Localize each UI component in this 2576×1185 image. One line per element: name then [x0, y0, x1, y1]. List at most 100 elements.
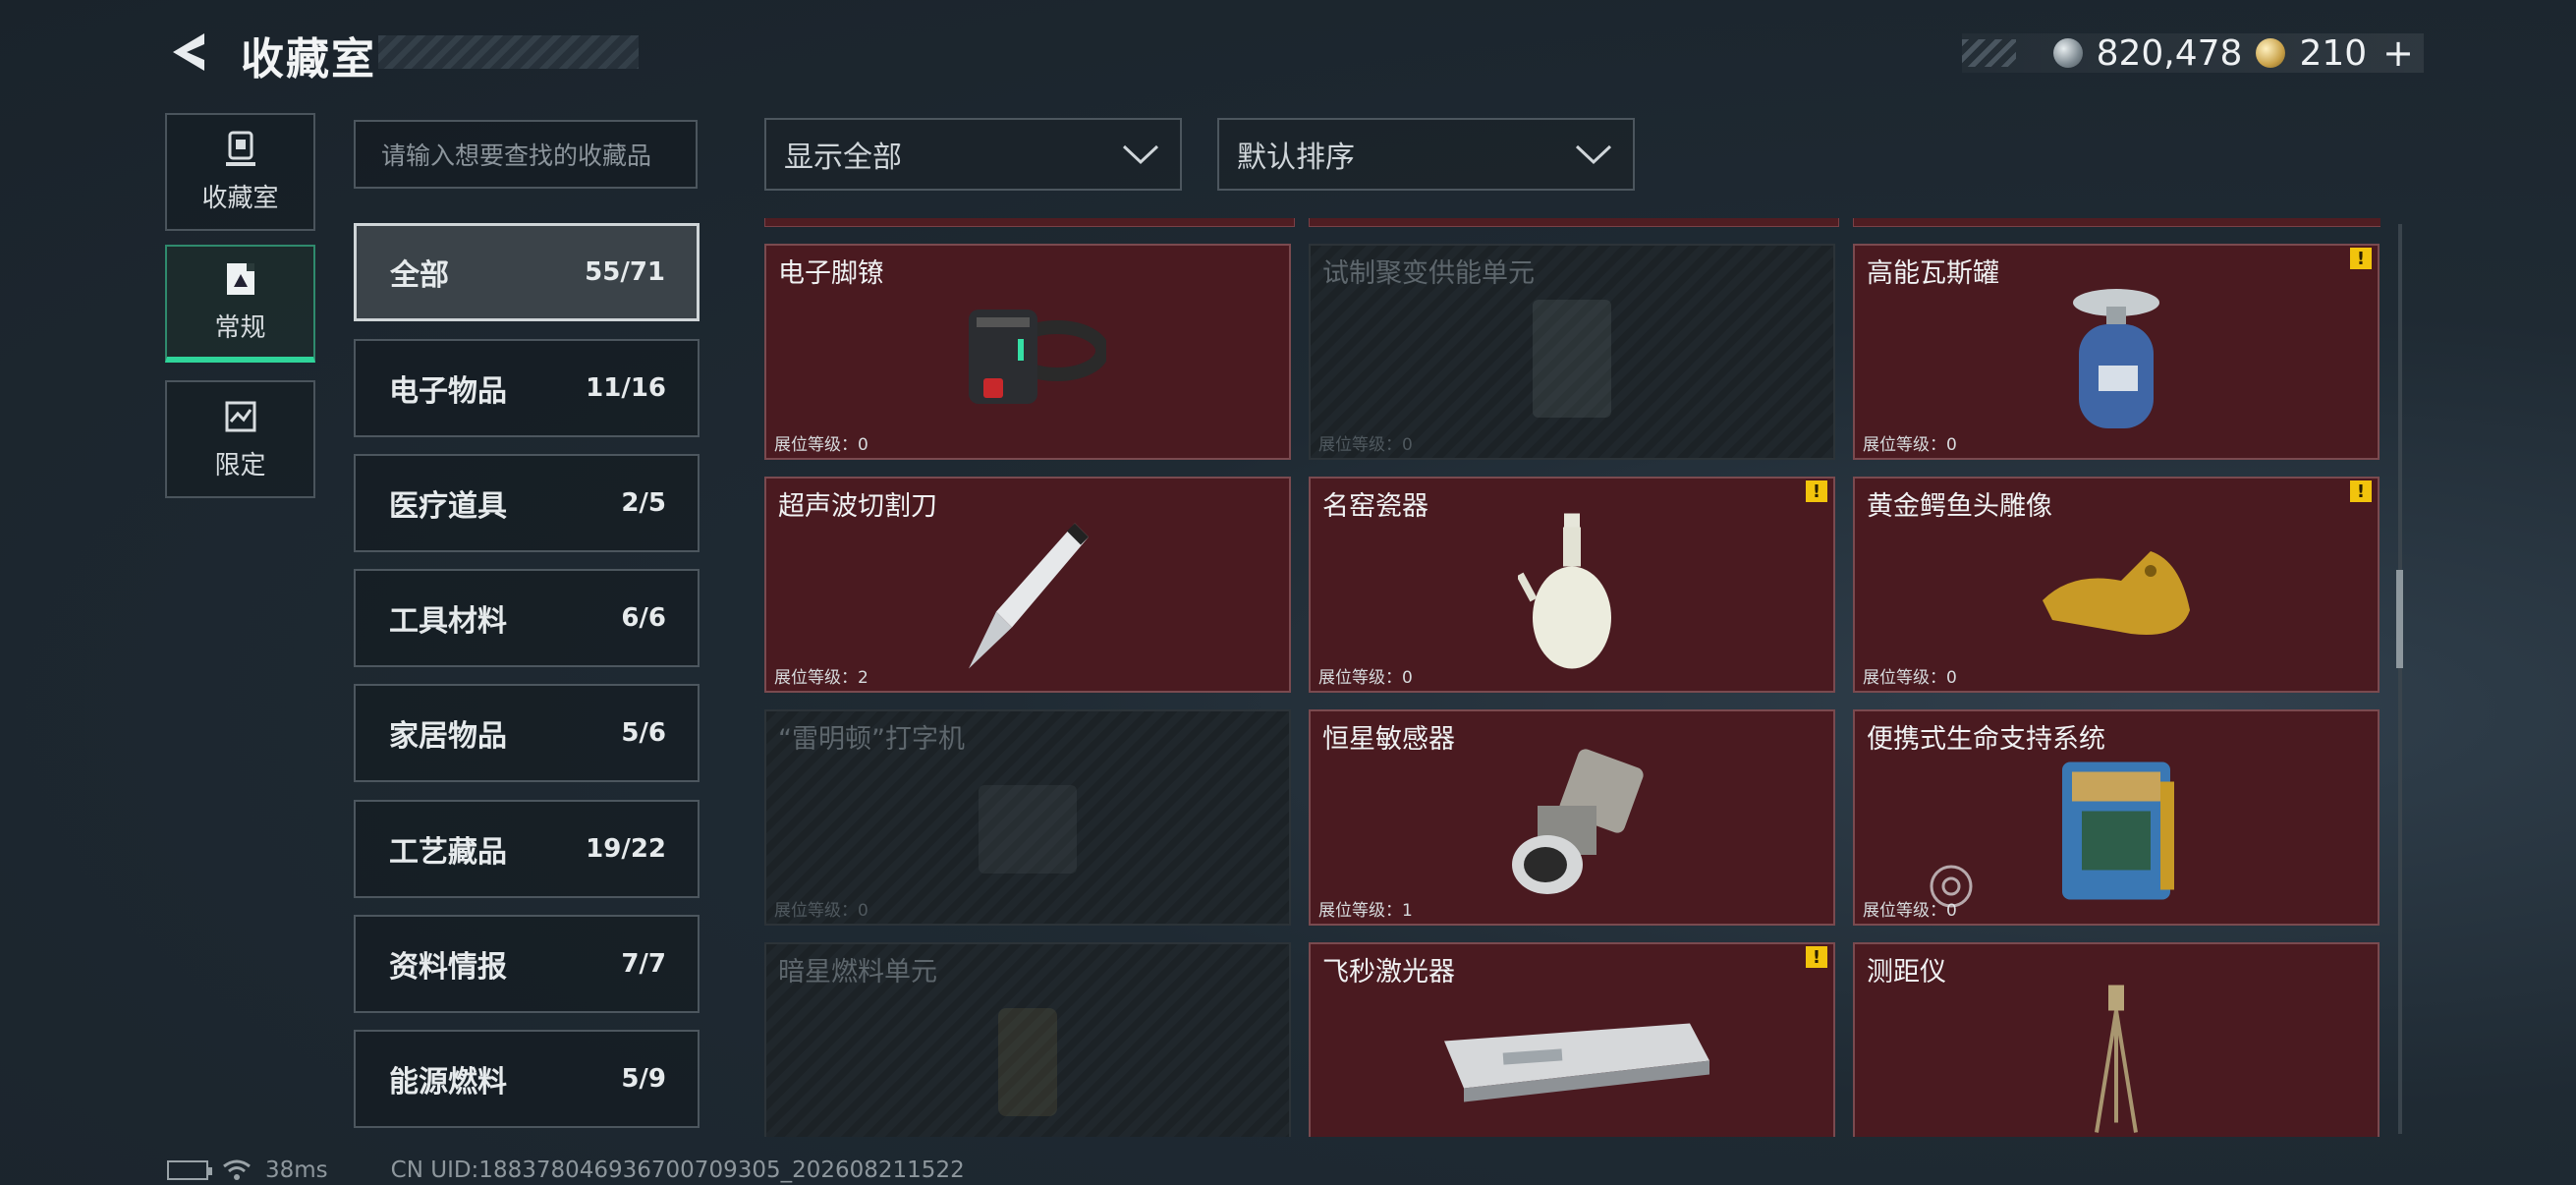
currency-bar: 820,478 210 +	[1962, 31, 2424, 75]
category-medical[interactable]: 医疗道具 2/5	[354, 454, 700, 552]
page-title: 收藏室	[241, 34, 376, 85]
item-name: 试制聚变供能单元	[1322, 258, 1535, 289]
item-name: 高能瓦斯罐	[1867, 258, 1999, 289]
nav-limited[interactable]: 限定	[165, 380, 315, 498]
category-name: 医疗道具	[389, 489, 507, 524]
gas-tank-icon	[2073, 289, 2159, 428]
item-card[interactable]: 高能瓦斯罐 ! 展位等级：0	[1853, 244, 2380, 460]
status-bar: 38ms CN UID:18837804693670070930­5_20260…	[167, 1156, 965, 1185]
chevron-down-icon	[1122, 144, 1159, 165]
scrollbar-thumb[interactable]	[2396, 570, 2403, 668]
warning-icon: !	[2350, 480, 2372, 502]
category-count: 7/7	[621, 949, 666, 979]
category-electronics[interactable]: 电子物品 11/16	[354, 339, 700, 437]
item-name: 超声波切割刀	[778, 491, 937, 522]
item-level: 展位等级：0	[1318, 668, 1413, 688]
rangefinder-icon	[2095, 985, 2138, 1133]
nav-label: 限定	[214, 450, 266, 480]
item-level: 展位等级：2	[774, 668, 868, 688]
category-count: 55/71	[585, 257, 665, 287]
category-count: 5/6	[621, 718, 666, 748]
category-household[interactable]: 家居物品 5/6	[354, 684, 700, 782]
item-level: 展位等级：0	[774, 435, 868, 455]
category-tools[interactable]: 工具材料 6/6	[354, 569, 700, 667]
item-card[interactable]: 测距仪	[1853, 942, 2380, 1137]
category-all[interactable]: 全部 55/71	[354, 223, 700, 321]
ankle-monitor-icon	[969, 310, 1106, 404]
warning-icon: !	[1806, 946, 1827, 968]
search-input[interactable]: 请输入想要查找的收藏品	[354, 120, 698, 189]
fuel-unit-icon	[998, 1008, 1057, 1116]
item-name: 飞秒激光器	[1322, 957, 1455, 988]
item-name: 电子脚镣	[778, 258, 884, 289]
add-currency-button[interactable]: +	[2382, 31, 2414, 75]
item-name: 恒星敏感器	[1322, 724, 1455, 755]
scrollbar-track[interactable]	[2398, 224, 2402, 1134]
item-level: 展位等级：0	[1318, 435, 1413, 455]
silver-amount: 820,478	[2096, 32, 2243, 74]
femtosecond-laser-icon	[1444, 1023, 1709, 1102]
gold-amount: 210	[2299, 32, 2368, 74]
item-level: 展位等级：1	[1318, 901, 1413, 921]
category-count: 5/9	[621, 1064, 666, 1094]
ping-value: 38ms	[265, 1157, 328, 1183]
category-name: 工具材料	[389, 604, 507, 639]
item-name: 测距仪	[1867, 957, 1946, 988]
item-card[interactable]: 电子脚镣 展位等级：0	[764, 244, 1291, 460]
filter-dropdown[interactable]: 显示全部	[764, 118, 1182, 191]
fusion-unit-icon	[1533, 300, 1611, 418]
nav-regular[interactable]: 常规	[165, 245, 315, 363]
item-name: 暗星燃料单元	[778, 957, 937, 988]
item-card[interactable]: 恒星敏感器 展位等级：1	[1309, 709, 1835, 926]
item-level: 展位等级：0	[1863, 435, 1957, 455]
back-arrow-icon[interactable]	[165, 28, 214, 77]
gold-crocodile-icon	[2043, 551, 2190, 635]
category-count: 19/22	[586, 834, 666, 864]
map-icon	[225, 401, 255, 431]
item-card[interactable]: 名窑瓷器 ! 展位等级：0	[1309, 477, 1835, 693]
category-name: 家居物品	[389, 719, 507, 754]
frame-icon	[226, 262, 254, 295]
category-name: 资料情报	[389, 950, 507, 985]
trophy-icon	[225, 131, 255, 166]
star-sensor-icon	[1512, 749, 1644, 894]
item-card[interactable]: 黄金鳄鱼头雕像 ! 展位等级：0	[1853, 477, 2380, 693]
item-card[interactable]: 超声波切割刀 展位等级：2	[764, 477, 1291, 693]
category-intel[interactable]: 资料情报 7/7	[354, 915, 700, 1013]
category-count: 2/5	[621, 488, 666, 518]
item-card[interactable]: 飞秒激光器 !	[1309, 942, 1835, 1137]
category-count: 6/6	[621, 603, 666, 633]
category-name: 全部	[390, 258, 449, 293]
item-card-locked[interactable]: 试制聚变供能单元 展位等级：0	[1309, 244, 1835, 460]
warning-icon: !	[2350, 248, 2372, 269]
category-fuel[interactable]: 能源燃料 5/9	[354, 1030, 700, 1128]
nav-collection-room[interactable]: 收藏室	[165, 113, 315, 231]
item-level: 展位等级：0	[1863, 668, 1957, 688]
ultrasonic-knife-icon	[969, 523, 1089, 669]
item-name: 名窑瓷器	[1322, 491, 1428, 522]
item-name: 黄金鳄鱼头雕像	[1867, 491, 2052, 522]
item-name: “雷明顿”打字机	[778, 724, 965, 755]
item-card-locked[interactable]: “雷明顿”打字机 展位等级：0	[764, 709, 1291, 926]
item-grid: 电子脚镣 展位等级：0 试制聚变供能单元 展位等级：0 高能瓦斯罐 ! 展位等级…	[764, 218, 2380, 1137]
chevron-down-icon	[1575, 144, 1612, 165]
crosshair-icon	[1930, 865, 1973, 908]
warning-icon: !	[1806, 480, 1827, 502]
nav-label: 收藏室	[201, 183, 279, 213]
wifi-icon	[223, 1159, 251, 1180]
nav-label: 常规	[214, 312, 266, 343]
item-card-locked[interactable]: 暗星燃料单元	[764, 942, 1291, 1137]
gold-coin-icon	[2256, 38, 2286, 68]
category-name: 能源燃料	[389, 1065, 507, 1100]
porcelain-vase-icon	[1518, 513, 1611, 669]
silver-coin-icon	[2052, 38, 2083, 68]
item-level: 展位等级：0	[774, 901, 868, 921]
category-name: 电子物品	[389, 374, 507, 409]
category-name: 工艺藏品	[389, 835, 507, 870]
title-decoration	[378, 35, 639, 69]
category-crafts[interactable]: 工艺藏品 19/22	[354, 800, 700, 898]
filter-selected: 显示全部	[784, 141, 902, 175]
category-count: 11/16	[586, 373, 666, 403]
sort-selected: 默认排序	[1237, 141, 1355, 175]
sort-dropdown[interactable]: 默认排序	[1217, 118, 1635, 191]
